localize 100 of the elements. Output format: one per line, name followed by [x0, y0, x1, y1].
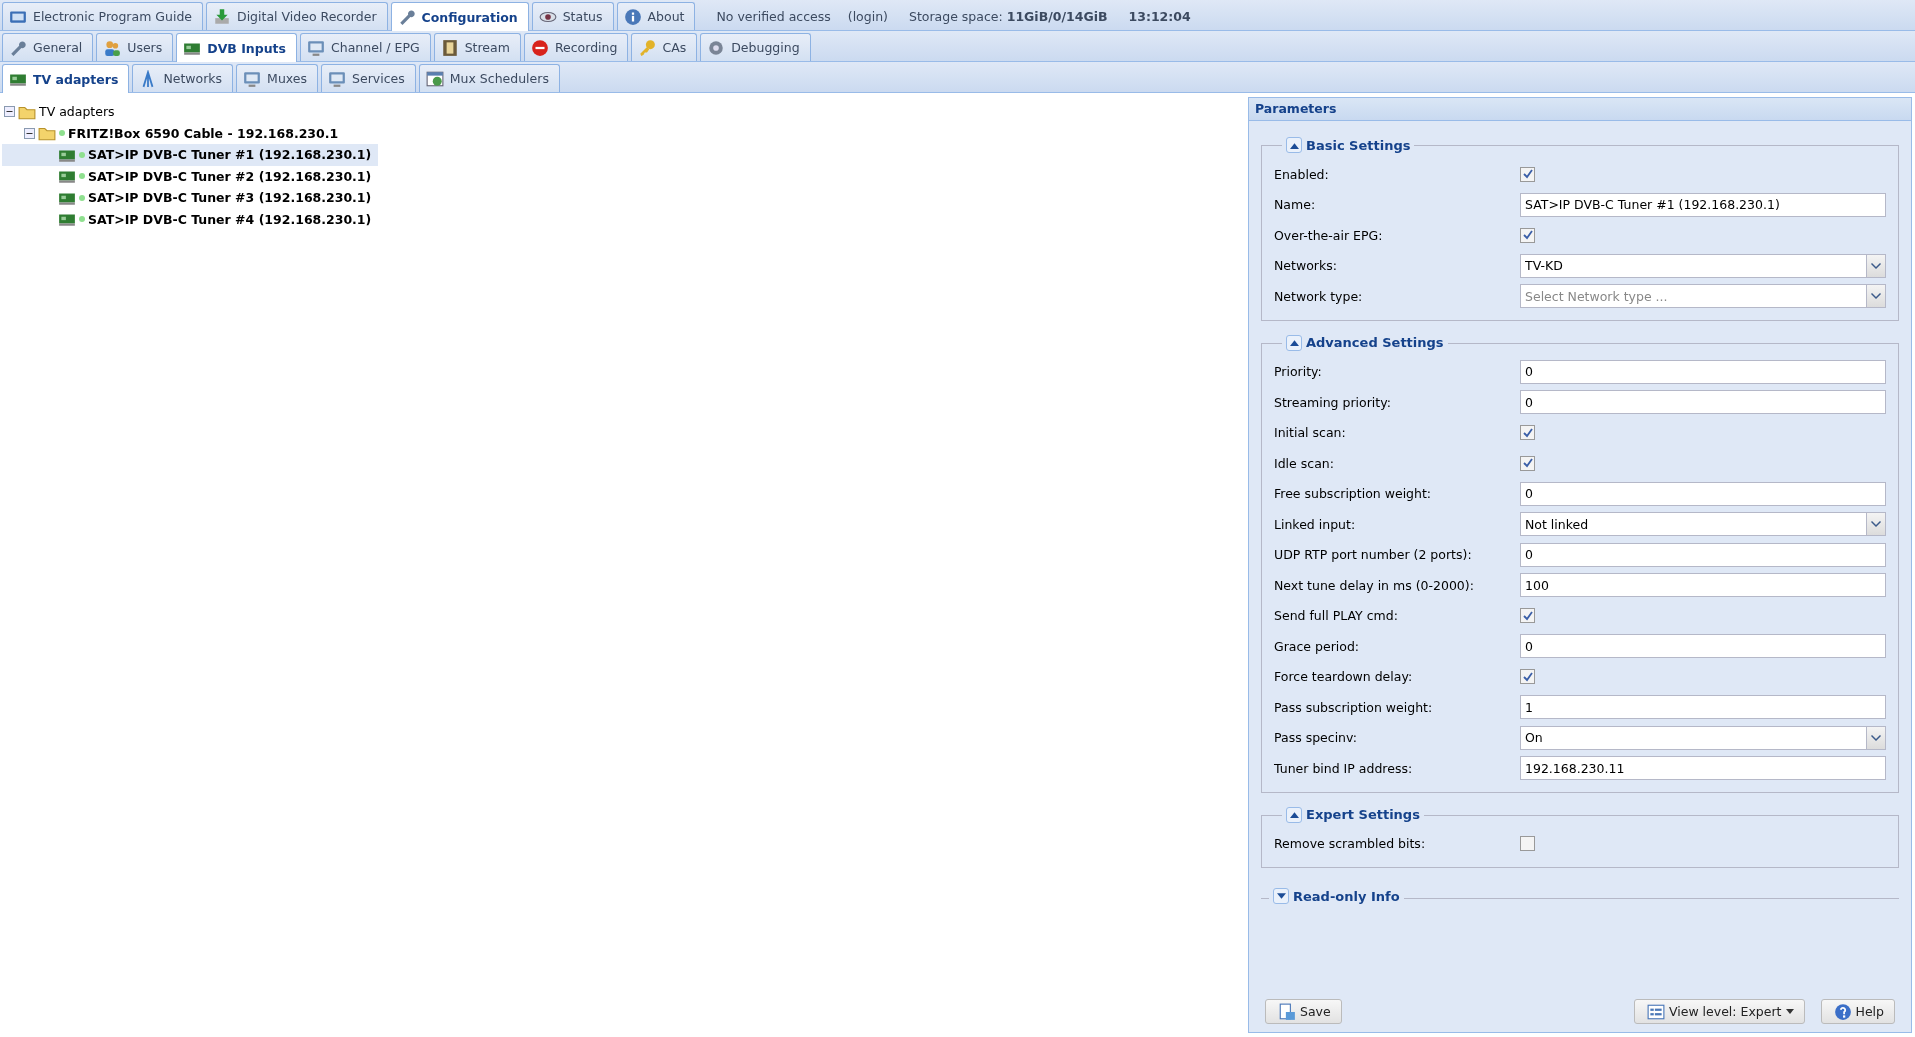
storage-space: Storage space: 11GiB/0/14GiB	[908, 8, 1108, 24]
field-label: Remove scrambled bits:	[1274, 836, 1427, 852]
text-field[interactable]: 0	[1520, 634, 1886, 659]
tab[interactable]: Networks	[132, 64, 234, 92]
field-label: Tuner bind IP address:	[1274, 760, 1414, 776]
save-icon	[1278, 1002, 1296, 1021]
dropdown-field[interactable]: Not linked	[1520, 512, 1866, 537]
tab[interactable]: Stream	[433, 33, 521, 61]
text-field[interactable]: 0	[1520, 481, 1886, 506]
field-label: Send full PLAY cmd:	[1274, 608, 1399, 624]
field-label: Networks:	[1274, 258, 1338, 274]
section-toggle[interactable]	[1286, 806, 1302, 823]
text-field[interactable]: 1	[1520, 695, 1886, 720]
dropdown-field[interactable]: TV-KD	[1520, 253, 1866, 278]
field-label: Linked input:	[1274, 516, 1357, 532]
dropdown-field[interactable]: Select Network type ...	[1520, 284, 1866, 309]
tree-row[interactable]: SAT>IP DVB-C Tuner #3 (192.168.230.1)	[2, 187, 378, 209]
checkbox[interactable]	[1520, 608, 1535, 624]
expand-arrow-icon	[1276, 892, 1286, 900]
users-icon	[103, 38, 122, 57]
caret-icon	[1785, 1009, 1794, 1014]
field-label: Pass subscription weight:	[1274, 699, 1434, 715]
tab[interactable]: Debugging	[700, 33, 811, 61]
calendar-icon	[425, 69, 444, 88]
section-title: Advanced Settings	[1306, 335, 1444, 350]
tree-item-label: SAT>IP DVB-C Tuner #4 (192.168.230.1)	[88, 211, 372, 227]
checkbox[interactable]	[1520, 166, 1535, 182]
key-icon	[638, 38, 657, 57]
collapse-arrow-icon	[1289, 339, 1299, 346]
tab[interactable]: Digital Video Recorder	[206, 2, 388, 30]
monitor-icon	[307, 38, 326, 57]
clock-time: 13:12:04	[1128, 8, 1191, 24]
collapse-toggle[interactable]	[4, 106, 15, 118]
tab[interactable]: Mux Schedulers	[418, 64, 560, 92]
text-field[interactable]: 0	[1520, 542, 1886, 567]
tab[interactable]: DVB Inputs	[176, 33, 298, 62]
text-field[interactable]: 192.168.230.11	[1520, 756, 1886, 781]
tree-item-label: SAT>IP DVB-C Tuner #1 (192.168.230.1)	[88, 147, 372, 163]
status-dot	[79, 194, 85, 201]
access-status: No verified access	[716, 8, 831, 24]
tab[interactable]: Services	[321, 64, 416, 92]
tree-item[interactable]: TV adapters	[39, 104, 115, 120]
tab[interactable]: CAs	[631, 33, 698, 61]
field-label: Next tune delay in ms (0-2000):	[1274, 577, 1475, 593]
section-title: Read-only Info	[1293, 888, 1400, 904]
tree-item[interactable]: FRITZ!Box 6590 Cable - 192.168.230.1	[68, 125, 339, 141]
field-label: UDP RTP port number (2 ports):	[1274, 547, 1473, 563]
tab[interactable]: Status	[531, 2, 614, 30]
monitor-icon	[243, 69, 262, 88]
tab[interactable]: Channel / EPG	[300, 33, 431, 61]
tab[interactable]: Configuration	[390, 2, 529, 31]
dropdown-field[interactable]: On	[1520, 725, 1866, 750]
field-label: Free subscription weight:	[1274, 486, 1433, 502]
tree-item-label: SAT>IP DVB-C Tuner #2 (192.168.230.1)	[88, 168, 372, 184]
field-label: Pass specinv:	[1274, 730, 1358, 746]
field-label: Force teardown delay:	[1274, 669, 1414, 685]
download-icon	[213, 7, 231, 26]
field-label: Streaming priority:	[1274, 394, 1392, 410]
checkbox[interactable]	[1520, 669, 1535, 685]
record-icon	[530, 38, 549, 57]
tab[interactable]: Electronic Program Guide	[2, 2, 203, 30]
tab[interactable]: Users	[96, 33, 174, 61]
help-button[interactable]: Help	[1820, 999, 1895, 1024]
field-label: Grace period:	[1274, 638, 1361, 654]
view-level-button[interactable]: View level: Expert	[1634, 999, 1805, 1024]
tab[interactable]: TV adapters	[2, 64, 130, 93]
tab[interactable]: Recording	[523, 33, 629, 61]
section-toggle[interactable]	[1273, 888, 1289, 904]
section-toggle[interactable]	[1286, 137, 1302, 153]
collapse-toggle[interactable]	[24, 127, 35, 139]
checkbox[interactable]	[1520, 836, 1535, 852]
tree-row[interactable]: SAT>IP DVB-C Tuner #1 (192.168.230.1)	[2, 144, 378, 166]
monitor-icon	[328, 69, 347, 88]
checkbox[interactable]	[1520, 425, 1535, 441]
tab[interactable]: Muxes	[236, 64, 319, 92]
field-label: Name:	[1274, 197, 1317, 213]
tree-row[interactable]: SAT>IP DVB-C Tuner #2 (192.168.230.1)	[2, 165, 378, 187]
section-toggle[interactable]	[1286, 334, 1302, 351]
field-label: Idle scan:	[1274, 455, 1335, 471]
tab[interactable]: General	[2, 33, 94, 61]
save-button[interactable]: Save	[1265, 999, 1342, 1024]
field-label: Enabled:	[1274, 166, 1330, 182]
tree-item-label: SAT>IP DVB-C Tuner #3 (192.168.230.1)	[88, 190, 372, 206]
tab[interactable]: About	[616, 2, 696, 30]
collapse-arrow-icon	[1289, 141, 1299, 149]
text-field[interactable]: 0	[1520, 359, 1886, 384]
status-dot	[59, 130, 65, 137]
collapse-arrow-icon	[1289, 811, 1299, 818]
field-label: Initial scan:	[1274, 425, 1347, 441]
status-dot	[79, 173, 85, 180]
text-field[interactable]: 100	[1520, 573, 1886, 598]
login-link[interactable]: (login)	[847, 8, 888, 24]
list-icon	[1647, 1002, 1665, 1021]
status-dot	[79, 216, 85, 223]
checkbox[interactable]	[1520, 227, 1535, 243]
tree-row[interactable]: SAT>IP DVB-C Tuner #4 (192.168.230.1)	[2, 208, 378, 230]
section-title: Basic Settings	[1306, 137, 1411, 153]
text-field[interactable]: SAT>IP DVB-C Tuner #1 (192.168.230.1)	[1520, 192, 1886, 217]
checkbox[interactable]	[1520, 455, 1535, 471]
text-field[interactable]: 0	[1520, 390, 1886, 415]
